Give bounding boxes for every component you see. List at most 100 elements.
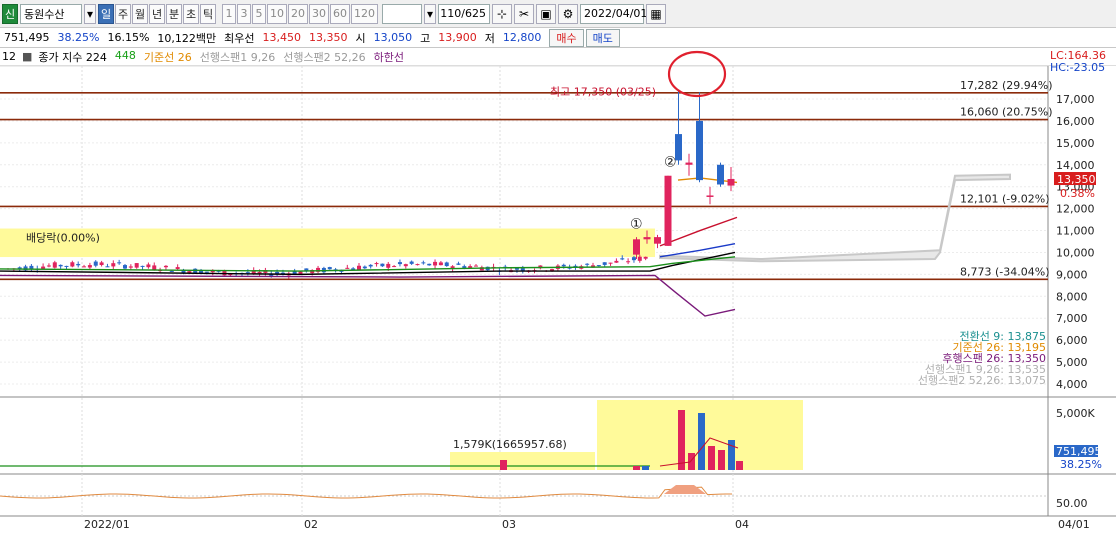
candle-body (275, 271, 280, 274)
candle-body (52, 262, 57, 268)
price-axis-label: 17,000 (1056, 93, 1095, 106)
candle-body (380, 263, 385, 267)
price-axis-label: 4,000 (1056, 378, 1088, 391)
volume-axis-label: 5,000K (1056, 407, 1095, 420)
level-label: 17,282 (29.94%) (960, 79, 1053, 92)
candle-body (46, 265, 51, 267)
candle-body (345, 267, 350, 269)
stock-chart[interactable]: 17,00016,00015,00014,00013,00012,00011,0… (0, 0, 1116, 535)
candle-body (631, 257, 636, 261)
candle-body (146, 264, 151, 268)
volume-bar (718, 450, 725, 470)
candle-body (82, 266, 87, 268)
candle-body (474, 265, 478, 267)
candle-body (421, 262, 426, 264)
candle-body (93, 261, 98, 266)
candle-body (696, 120, 703, 181)
candle-body (175, 267, 180, 270)
oscillator-fill (664, 485, 706, 494)
price-axis-label: 12,000 (1056, 203, 1095, 216)
volume-bar (642, 466, 649, 470)
candle-body (438, 262, 443, 266)
candle-body (386, 263, 391, 268)
candle-body (608, 262, 613, 264)
volume-bar (698, 413, 705, 470)
candle-body (614, 260, 619, 263)
candle-body (87, 265, 92, 268)
candle-body (717, 164, 724, 185)
date-axis-label: 03 (502, 518, 516, 531)
price-axis-label: 11,000 (1056, 225, 1095, 238)
high-marker-label: 최고 17,350 (03/25) (550, 85, 656, 98)
volume-highlight-1 (450, 452, 595, 470)
candle-body (633, 239, 640, 255)
candle-body (620, 258, 625, 260)
level-label: 8,773 (-34.04%) (960, 265, 1049, 278)
price-axis-label: 16,000 (1056, 115, 1095, 128)
date-axis-label: 2022/01 (84, 518, 130, 531)
marker-circle-2: ② (664, 155, 677, 171)
moving-average-line (659, 216, 738, 247)
candle-body (152, 265, 157, 270)
candle-body (163, 265, 168, 268)
candle-body (58, 264, 63, 267)
candle-body (64, 265, 69, 267)
candle-body (204, 271, 209, 273)
price-axis-label: 10,000 (1056, 246, 1095, 259)
volume-bar (678, 410, 685, 470)
candle-body (245, 272, 250, 274)
volume-note: 1,579K(1665957.68) (453, 438, 567, 451)
candle-body (140, 265, 145, 267)
candle-body (433, 261, 438, 266)
volume-bar (708, 446, 715, 470)
candle-body (637, 256, 642, 261)
moving-average-line (0, 256, 736, 272)
volume-current-label: 751,495 (1056, 445, 1102, 458)
candle-body (415, 264, 420, 266)
candle-body (585, 263, 590, 265)
volume-bar (633, 466, 640, 470)
level-label: 16,060 (20.75%) (960, 106, 1053, 119)
candle-body (685, 162, 693, 165)
current-price-label: 13,350 (1057, 173, 1096, 186)
candle-body (134, 263, 139, 268)
level-label: 12,101 (-9.02%) (960, 192, 1049, 205)
price-axis-label: 7,000 (1056, 312, 1088, 325)
candle-body (99, 262, 104, 266)
oscillator-axis-label: 50.00 (1056, 497, 1088, 510)
volume-bar (500, 460, 507, 470)
candle-body (128, 266, 133, 268)
candle-body (654, 237, 661, 244)
date-axis-label: 04 (735, 518, 749, 531)
moving-average-line (0, 274, 736, 317)
candle-body (427, 263, 432, 266)
candle-body (456, 263, 461, 265)
volume-bar (736, 461, 743, 470)
candle-body (117, 262, 122, 264)
candle-body (368, 264, 373, 267)
candle-body (643, 256, 648, 259)
candle-body (602, 262, 607, 265)
price-axis-label: 8,000 (1056, 290, 1088, 303)
candle-body (169, 270, 174, 272)
candle-body (397, 262, 402, 265)
dividend-label: 배당락(0.00%) (26, 232, 100, 245)
candle-body (561, 264, 566, 267)
candle-body (41, 266, 46, 269)
candle-body (257, 271, 262, 274)
candle-body (727, 179, 735, 186)
candle-body (403, 264, 408, 267)
price-axis-label: 14,000 (1056, 159, 1095, 172)
volume-current-rate: 38.25% (1060, 458, 1102, 471)
date-axis-label: 04/01 (1058, 518, 1090, 531)
candle-body (392, 266, 397, 268)
volume-bar (688, 453, 695, 470)
candle-body (444, 262, 449, 267)
candle-body (550, 269, 555, 271)
candle-body (123, 265, 127, 269)
candle-body (76, 263, 81, 266)
candle-body (596, 265, 601, 267)
price-axis-label: 15,000 (1056, 137, 1095, 150)
ichimoku-legend-item: 선행스팬2 52,26: 13,075 (918, 374, 1046, 387)
candle-body (706, 195, 714, 197)
